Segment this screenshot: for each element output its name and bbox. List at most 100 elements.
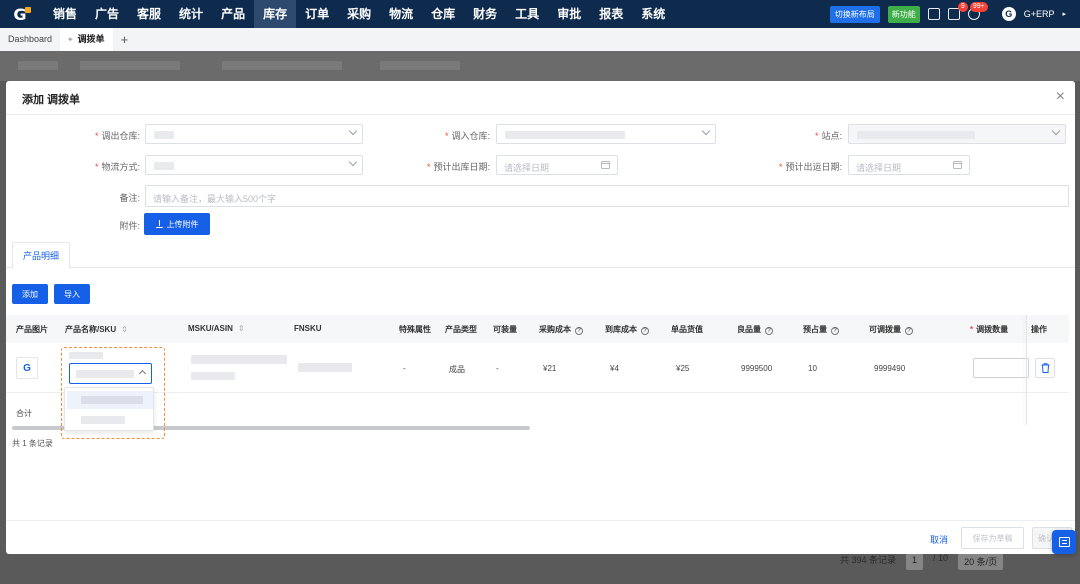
table-header: 产品图片 产品名称/SKU ⇕ MSKU/ASIN ⇕ FNSKU 特殊属性 产品类…: [6, 315, 1069, 343]
top-nav: G 销售 广告 客服 统计 产品 库存 订单 采购 物流 仓库 财务 工具 审批 报表 系统 切换新布局 新…: [0, 0, 1080, 28]
bell-icon[interactable]: 99+: [967, 2, 988, 20]
info-icon: ?: [765, 327, 773, 335]
cancel-button[interactable]: 取消: [930, 533, 948, 546]
brand-logo[interactable]: G: [0, 0, 44, 28]
cell-transferable: 9999490: [874, 364, 906, 373]
col-action: 操作: [1031, 325, 1047, 334]
est-ship-date-label: * 预计出运日期:: [778, 162, 842, 172]
bell-badge: 99+: [969, 2, 988, 12]
menu-item[interactable]: 统计: [170, 0, 212, 28]
col-reserved: 预占量?: [803, 324, 839, 335]
import-button[interactable]: 导入: [54, 284, 90, 304]
date-placeholder: 请选择日期: [504, 163, 550, 173]
sku-option-ghost: [81, 416, 125, 424]
logistics-select[interactable]: [145, 155, 363, 175]
page-tabs: Dashboard ⌖ 调拨单 +: [0, 28, 1080, 51]
modal-title: 添加 调拨单: [22, 94, 81, 106]
upload-attachment-button[interactable]: 上传附件: [144, 213, 210, 235]
tab-product-details[interactable]: 产品明细: [12, 242, 71, 269]
remark-placeholder: 请输入备注，最大输入500个字: [153, 194, 277, 204]
menu-item[interactable]: 客服: [128, 0, 170, 28]
in-warehouse-label: * 调入仓库:: [444, 131, 490, 141]
col-name-sku[interactable]: 产品名称/SKU ⇕: [65, 324, 128, 335]
user-caret-icon[interactable]: ▸: [1062, 10, 1066, 18]
modal-header: 添加 调拨单 ×: [6, 81, 1075, 115]
menu-item[interactable]: 财务: [464, 0, 506, 28]
menu-item[interactable]: 报表: [590, 0, 632, 28]
site-select[interactable]: [848, 124, 1066, 144]
info-icon: ?: [575, 327, 583, 335]
bg-page-size[interactable]: 20 条/页: [958, 553, 1004, 570]
col-unit-value: 单品货值: [671, 325, 703, 334]
list-icon: [1058, 537, 1070, 547]
bg-ghost: [80, 61, 180, 70]
pin-icon: ⌖: [68, 35, 73, 44]
add-product-button[interactable]: 添加: [12, 284, 48, 304]
chevron-down-icon: [1051, 126, 1061, 136]
bg-ghost: [222, 61, 342, 70]
info-icon: ?: [831, 327, 839, 335]
menu-item[interactable]: 仓库: [422, 0, 464, 28]
menu-item[interactable]: 库存: [254, 0, 297, 28]
tab-dashboard[interactable]: Dashboard: [0, 28, 60, 51]
cell-purchase-cost: ¥21: [543, 364, 557, 373]
cell-good-qty: 9999500: [741, 364, 773, 373]
date-placeholder: 请选择日期: [856, 163, 902, 173]
main-menu: 销售 广告 客服 统计 产品 库存 订单 采购 物流 仓库 财务 工具 审批 报表 系统: [44, 0, 674, 28]
in-warehouse-select[interactable]: [496, 124, 716, 144]
user-name[interactable]: G+ERP: [1024, 9, 1055, 19]
menu-item[interactable]: 广告: [86, 0, 128, 28]
add-tab-button[interactable]: +: [113, 32, 137, 47]
sum-label: 合计: [16, 409, 32, 418]
chevron-down-icon: [701, 126, 711, 136]
message-icon[interactable]: 9: [947, 2, 968, 20]
est-ship-date-picker[interactable]: 请选择日期: [848, 155, 970, 175]
floating-list-button[interactable]: [1052, 530, 1076, 554]
fnsku-ghost: [298, 363, 352, 372]
transfer-qty-input[interactable]: [973, 358, 1029, 378]
cell-arrival-cost: ¥4: [610, 364, 619, 373]
menu-item[interactable]: 销售: [44, 0, 86, 28]
menu-item[interactable]: 物流: [380, 0, 422, 28]
delete-button[interactable]: [1035, 358, 1055, 378]
menu-item[interactable]: 工具: [506, 0, 548, 28]
sku-option[interactable]: [67, 411, 153, 429]
calendar-icon: [601, 161, 610, 169]
sku-option-ghost: [81, 396, 143, 404]
section-tabs: 产品明细: [6, 240, 1075, 269]
product-image[interactable]: G: [16, 357, 38, 379]
remark-label: 备注:: [119, 193, 140, 203]
sort-icon: ⇕: [237, 324, 245, 333]
menu-item[interactable]: 系统: [632, 0, 674, 28]
tab-transfer-order[interactable]: ⌖ 调拨单: [60, 28, 113, 51]
attachment-label: 附件:: [119, 221, 140, 231]
bg-ghost: [380, 61, 460, 70]
menu-item[interactable]: 采购: [338, 0, 380, 28]
calendar-icon[interactable]: [927, 8, 940, 20]
logistics-label: * 物流方式:: [94, 162, 140, 172]
est-out-date-picker[interactable]: 请选择日期: [496, 155, 618, 175]
bg-page-input[interactable]: 1: [906, 553, 924, 570]
sku-option[interactable]: [67, 391, 153, 409]
switch-layout-button[interactable]: 切换新布局: [829, 5, 880, 23]
menu-item[interactable]: 订单: [296, 0, 338, 28]
menu-item[interactable]: 产品: [212, 0, 254, 28]
col-special: 特殊属性: [399, 325, 431, 334]
menu-item[interactable]: 审批: [548, 0, 590, 28]
save-draft-button[interactable]: 保存为草稿: [961, 527, 1024, 549]
close-icon[interactable]: ×: [1056, 87, 1065, 107]
sku-select[interactable]: [69, 363, 152, 384]
cell-type: 成品: [449, 365, 465, 374]
col-msku-asin[interactable]: MSKU/ASIN ⇕: [188, 324, 245, 333]
modal-footer: 取消 保存为草稿 确认: [6, 520, 1075, 554]
col-purchase-cost: 采购成本?: [539, 324, 583, 335]
chevron-down-icon: [348, 126, 358, 136]
new-feature-button[interactable]: 新功能: [887, 5, 920, 23]
out-warehouse-select[interactable]: [145, 124, 363, 144]
remark-input[interactable]: 请输入备注，最大输入500个字: [145, 185, 1069, 207]
col-type: 产品类型: [445, 325, 477, 334]
table-row: G - 成品 - ¥21 ¥4 ¥25 9999500 10 9999490: [6, 343, 1069, 393]
user-avatar[interactable]: G: [1001, 7, 1016, 21]
col-arrival-cost: 到库成本?: [605, 324, 649, 335]
message-badge: 9: [957, 2, 968, 12]
